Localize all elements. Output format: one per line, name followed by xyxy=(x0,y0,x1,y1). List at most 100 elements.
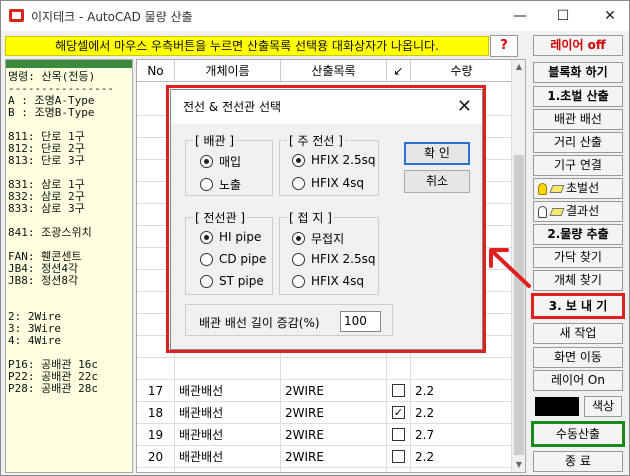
table-row[interactable] xyxy=(137,358,512,380)
row-qty-cell[interactable]: 2.2 xyxy=(411,446,512,467)
row-no-cell[interactable]: 21 xyxy=(137,468,175,472)
row-name-cell[interactable]: 배관배선 xyxy=(175,468,281,472)
new-job-button[interactable]: 새 작업 xyxy=(533,323,623,344)
row-name-cell[interactable]: 배관배선 xyxy=(175,402,281,423)
table-row[interactable]: 18 배관배선 2WIRE ✓ 2.2 xyxy=(137,402,512,424)
col-qty-header[interactable]: 수량 xyxy=(411,60,512,81)
step1-draft-calc-button[interactable]: 1.초벌 산출 xyxy=(533,86,623,107)
layer-on-button[interactable]: 레이어 On xyxy=(533,370,623,391)
fixture-link-button[interactable]: 기구 연결 xyxy=(533,155,623,176)
row-checkbox[interactable] xyxy=(392,472,405,473)
radio-dot-icon xyxy=(200,252,213,266)
row-checkbox[interactable] xyxy=(392,384,405,397)
length-input[interactable]: 100 xyxy=(340,311,381,332)
close-window-button[interactable]: ✕ xyxy=(596,5,624,27)
step2-extract-button[interactable]: 2.물량 추출 xyxy=(533,224,623,245)
row-item-cell[interactable]: 2WIRE xyxy=(281,446,387,467)
row-item-cell[interactable]: 2WIRE xyxy=(281,380,387,401)
table-row[interactable]: 20 배관배선 2WIRE 2.2 xyxy=(137,446,512,468)
exit-button[interactable]: 종 료 xyxy=(533,451,623,472)
row-no-cell[interactable]: 19 xyxy=(137,424,175,445)
row-check-cell[interactable] xyxy=(387,468,411,473)
table-header: No 개체이름 산출목록 ↙ 수량 xyxy=(137,60,512,82)
row-checkbox[interactable] xyxy=(392,450,405,463)
radio-conduit-cd[interactable]: CD pipe xyxy=(200,252,266,266)
col-no-header[interactable]: No xyxy=(137,60,175,81)
table-cell[interactable] xyxy=(281,358,387,379)
col-check-header[interactable]: ↙ xyxy=(387,60,411,81)
pipe-group-label: [ 배관 ] xyxy=(193,132,237,149)
layer-off-button[interactable]: 레이어 off xyxy=(533,35,623,56)
row-no-cell[interactable]: 18 xyxy=(137,402,175,423)
table-row[interactable]: 17 배관배선 2WIRE 2.2 xyxy=(137,380,512,402)
row-qty-cell[interactable]: 2.7 xyxy=(411,424,512,445)
row-checkbox[interactable] xyxy=(392,428,405,441)
scroll-down-icon[interactable]: ▼ xyxy=(512,458,525,472)
blockify-button[interactable]: 블록화 하기 xyxy=(533,62,623,83)
color-swatch[interactable] xyxy=(535,397,579,416)
row-qty-cell[interactable]: 2.2 xyxy=(411,468,512,472)
table-cell[interactable] xyxy=(387,358,411,379)
row-qty-cell[interactable]: 2.2 xyxy=(411,380,512,401)
row-item-cell[interactable]: 2WIRE xyxy=(281,468,387,472)
radio-label: 매입 xyxy=(219,155,242,169)
radio-main-wire-4[interactable]: HFIX 4sq xyxy=(292,176,364,190)
col-name-header[interactable]: 개체이름 xyxy=(175,60,281,81)
find-object-button[interactable]: 개체 찾기 xyxy=(533,270,623,291)
help-button[interactable]: ? xyxy=(490,35,518,57)
command-panel: 명령: 산목(전등) ---------------- A : 조명A-Type B … xyxy=(5,59,133,473)
radio-dot-icon xyxy=(200,230,213,244)
row-check-cell[interactable] xyxy=(387,446,411,467)
minimize-button[interactable]: — xyxy=(506,5,534,27)
result-line-button[interactable]: 결과선 xyxy=(533,201,623,222)
radio-label: 무접지 xyxy=(311,232,345,246)
pointer-arrow-icon xyxy=(489,248,531,288)
row-check-cell[interactable]: ✓ xyxy=(387,402,411,423)
command-log-line: P28: 공배관 28c xyxy=(8,382,98,395)
col-item-header[interactable]: 산출목록 xyxy=(281,60,387,81)
find-rack-button[interactable]: 가닥 찾기 xyxy=(533,247,623,268)
radio-ground-2-5[interactable]: HFIX 2.5sq xyxy=(292,252,375,266)
scroll-thumb[interactable] xyxy=(514,155,524,455)
row-check-cell[interactable] xyxy=(387,380,411,401)
radio-ground-none[interactable]: 무접지 xyxy=(292,230,344,247)
dialog-title: 전선 & 전선관 선택 xyxy=(171,90,482,124)
color-button[interactable]: 색상 xyxy=(584,396,622,417)
radio-conduit-hi[interactable]: HI pipe xyxy=(200,230,261,244)
manual-calc-button[interactable]: 수동산출 xyxy=(531,421,625,447)
dialog-close-icon[interactable]: ✕ xyxy=(457,96,472,117)
row-name-cell[interactable]: 배관배선 xyxy=(175,424,281,445)
table-cell[interactable] xyxy=(175,358,281,379)
table-row[interactable]: 21배관배선2WIRE 2.2 xyxy=(137,468,512,473)
row-item-cell[interactable]: 2WIRE xyxy=(281,402,387,423)
move-screen-button[interactable]: 화면 이동 xyxy=(533,347,623,368)
distance-calc-button[interactable]: 거리 산출 xyxy=(533,132,623,153)
radio-pipe-embedded[interactable]: 매입 xyxy=(200,153,241,170)
scroll-up-icon[interactable]: ▲ xyxy=(512,60,525,74)
radio-pipe-exposed[interactable]: 노출 xyxy=(200,176,241,193)
step3-export-button[interactable]: 3. 보 내 기 xyxy=(531,293,625,319)
row-qty-cell[interactable]: 2.2 xyxy=(411,402,512,423)
table-row[interactable]: 19 배관배선 2WIRE 2.7 xyxy=(137,424,512,446)
maximize-button[interactable]: ☐ xyxy=(549,5,577,27)
radio-ground-4[interactable]: HFIX 4sq xyxy=(292,274,364,288)
radio-conduit-st[interactable]: ST pipe xyxy=(200,274,264,288)
cancel-button[interactable]: 취소 xyxy=(404,170,470,193)
radio-main-wire-2-5[interactable]: HFIX 2.5sq xyxy=(292,153,375,167)
row-checkbox[interactable]: ✓ xyxy=(392,406,405,419)
row-check-cell[interactable] xyxy=(387,424,411,445)
row-name-cell[interactable]: 배관배선 xyxy=(175,380,281,401)
row-no-cell[interactable]: 20 xyxy=(137,446,175,467)
radio-dot-icon xyxy=(200,155,213,168)
pipe-wire-button[interactable]: 배관 배선 xyxy=(533,109,623,130)
eraser-icon xyxy=(549,184,565,193)
length-label: 배관 배선 길이 증감(%) xyxy=(199,316,320,330)
row-name-cell[interactable]: 배관배선 xyxy=(175,446,281,467)
confirm-button[interactable]: 확 인 xyxy=(404,142,470,165)
row-item-cell[interactable]: 2WIRE xyxy=(281,424,387,445)
row-no-cell[interactable]: 17 xyxy=(137,380,175,401)
radio-label: ST pipe xyxy=(219,274,264,288)
table-cell[interactable] xyxy=(137,358,175,379)
table-cell[interactable] xyxy=(411,358,512,379)
draft-line-button[interactable]: 초벌선 xyxy=(533,178,623,199)
